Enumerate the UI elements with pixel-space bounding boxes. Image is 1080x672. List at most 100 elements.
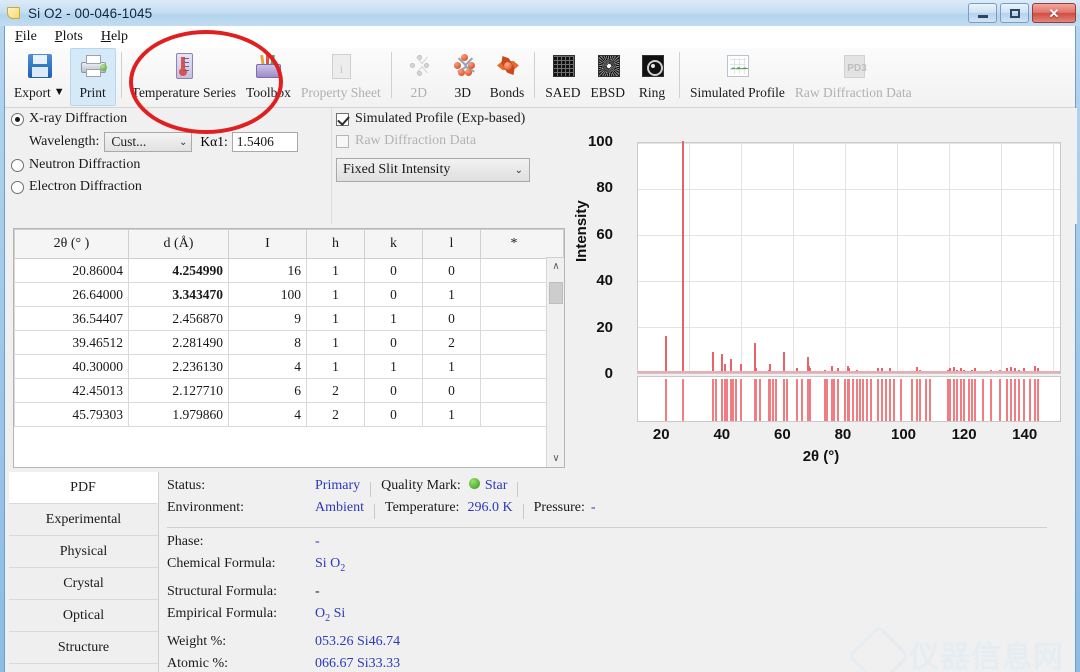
intensity-mode-select[interactable]: Fixed Slit Intensity ⌄ [336, 158, 530, 182]
radio-xray-diffraction[interactable]: X-ray Diffraction [11, 108, 327, 130]
cell-h: 1 [307, 331, 365, 355]
chart-reflection-tick [712, 379, 714, 421]
chart-reflection-tick [925, 379, 927, 421]
kalpha-input[interactable]: 1.5406 [232, 132, 298, 152]
thermometer-icon [167, 52, 201, 84]
chart-reflection-tick [885, 379, 887, 421]
cell-d: 2.127710 [129, 379, 229, 403]
cell-h: 2 [307, 403, 365, 427]
wavelength-select[interactable]: Cust... ⌄ [104, 132, 192, 152]
toolbar-saed-label: SAED [545, 86, 580, 100]
chart-x-tick: 80 [835, 426, 852, 443]
tab-label: Physical [60, 544, 107, 560]
toolbar-ebsd[interactable]: EBSD [586, 48, 631, 106]
cell-k: 0 [365, 379, 423, 403]
table-row[interactable]: 26.64000 3.343470 100 1 0 1 [15, 283, 548, 307]
client-area: File Plots Help Export ▼ Print [4, 26, 1076, 672]
column-h[interactable]: h [307, 230, 365, 259]
radio-neutron-diffraction[interactable]: Neutron Diffraction [11, 154, 327, 176]
table-row[interactable]: 36.54407 2.456870 9 1 1 0 [15, 307, 548, 331]
column-star[interactable]: * [481, 230, 548, 259]
toolbar-temperature-series[interactable]: Temperature Series [127, 48, 241, 106]
sidebar-item-optical[interactable]: Optical [9, 600, 158, 632]
pressure-value: - [591, 500, 596, 516]
column-l[interactable]: l [423, 230, 481, 259]
chart-reflection-tick [1010, 379, 1012, 421]
column-d[interactable]: d (Å) [129, 230, 229, 259]
application-window: Si O2 - 00-046-1045 ✕ File Plots Help Ex… [0, 0, 1080, 672]
structural-formula-label: Structural Formula: [167, 584, 315, 600]
sidebar-item-pdf[interactable]: PDF [9, 472, 158, 504]
table-row[interactable]: 40.30000 2.236130 4 1 1 1 [15, 355, 548, 379]
sidebar-item-crystal[interactable]: Crystal [9, 568, 158, 600]
cell-d: 2.236130 [129, 355, 229, 379]
chart-reflection-tick [953, 379, 955, 421]
divider [523, 504, 524, 519]
chevron-down-icon[interactable]: ▼ [54, 86, 65, 98]
radio-electron-diffraction[interactable]: Electron Diffraction [11, 176, 327, 198]
menu-plots[interactable]: Plots [53, 28, 85, 46]
cell-two-theta: 36.54407 [15, 307, 129, 331]
cell-l: 1 [423, 283, 481, 307]
toolbar-bonds[interactable]: Bonds [485, 48, 530, 106]
chart-reflection-tick [911, 379, 913, 421]
toolbar-export[interactable]: Export ▼ [9, 48, 70, 106]
scroll-down-icon[interactable]: ∨ [547, 450, 565, 467]
bonds-icon [490, 52, 524, 84]
maximize-button[interactable] [1000, 3, 1029, 23]
toolbar-ring[interactable]: Ring [630, 48, 674, 106]
window-controls: ✕ [968, 3, 1076, 23]
checkbox-raw-diffraction: Raw Diffraction Data [336, 130, 563, 152]
table-header-row: 2θ (° ) d (Å) I h k l * [15, 230, 548, 259]
toolbar-3d[interactable]: 3D [441, 48, 485, 106]
chart-reflection-tick [735, 379, 737, 421]
table-row[interactable]: 42.45013 2.127710 6 2 0 0 [15, 379, 548, 403]
chart-peak [783, 352, 785, 373]
close-button[interactable]: ✕ [1032, 3, 1076, 23]
app-note-icon [6, 5, 22, 21]
chart-plot-area[interactable] [637, 142, 1061, 374]
sidebar-item-structure[interactable]: Structure [9, 632, 158, 664]
cell-intensity: 4 [229, 355, 307, 379]
checkbox-simulated-profile[interactable]: Simulated Profile (Exp-based) [336, 108, 563, 130]
chart-reflection-tick [775, 379, 777, 421]
pd3-icon [836, 52, 870, 84]
scroll-up-icon[interactable]: ∧ [547, 258, 565, 275]
menu-help[interactable]: Help [99, 28, 130, 46]
checkbox-icon-raw [336, 135, 349, 148]
toolbar-divider [121, 52, 122, 98]
chart-gridlines [638, 143, 1060, 373]
table-row[interactable]: 45.79303 1.979860 4 2 0 1 [15, 403, 548, 427]
chart-peak [712, 352, 714, 373]
peaks-table: 2θ (° ) d (Å) I h k l * 20.86004 4.25499… [14, 229, 548, 427]
toolbar-saed[interactable]: SAED [540, 48, 585, 106]
sidebar-item-experimental[interactable]: Experimental [9, 504, 158, 536]
sidebar-item-physical[interactable]: Physical [9, 536, 158, 568]
menu-file[interactable]: File [13, 28, 39, 46]
toolbar-raw-diffraction-data: Raw Diffraction Data [790, 48, 917, 106]
cell-d: 2.281490 [129, 331, 229, 355]
minimize-button[interactable] [968, 3, 997, 23]
table-vertical-scrollbar[interactable]: ∧ ∨ [546, 258, 564, 467]
cell-two-theta: 20.86004 [15, 259, 129, 283]
toolbar-simulated-profile[interactable]: Simulated Profile [685, 48, 790, 106]
cell-h: 1 [307, 307, 365, 331]
chart-reflection-tick [999, 379, 1001, 421]
column-k[interactable]: k [365, 230, 423, 259]
column-two-theta[interactable]: 2θ (° ) [15, 230, 129, 259]
table-row[interactable]: 39.46512 2.281490 8 1 0 2 [15, 331, 548, 355]
chart-reflection-tick [1018, 379, 1020, 421]
table-row[interactable]: 20.86004 4.254990 16 1 0 0 [15, 259, 548, 283]
wavelength-value: Cust... [111, 134, 146, 150]
toolbar-toolbox[interactable]: Toolbox [241, 48, 296, 106]
chevron-down-icon: ⌄ [179, 137, 187, 148]
column-intensity[interactable]: I [229, 230, 307, 259]
toolbar-3d-label: 3D [454, 86, 471, 100]
cell-l: 1 [423, 355, 481, 379]
toolbar-print[interactable]: Print [70, 48, 116, 106]
scrollbar-thumb[interactable] [549, 282, 563, 304]
chart-reflection-tick [726, 379, 728, 421]
sidebar-item-classifications[interactable]: Classifications [9, 664, 158, 672]
chart-reflection-tick [715, 379, 717, 421]
row-status: Status: Primary Quality Mark: Star [167, 478, 1073, 500]
